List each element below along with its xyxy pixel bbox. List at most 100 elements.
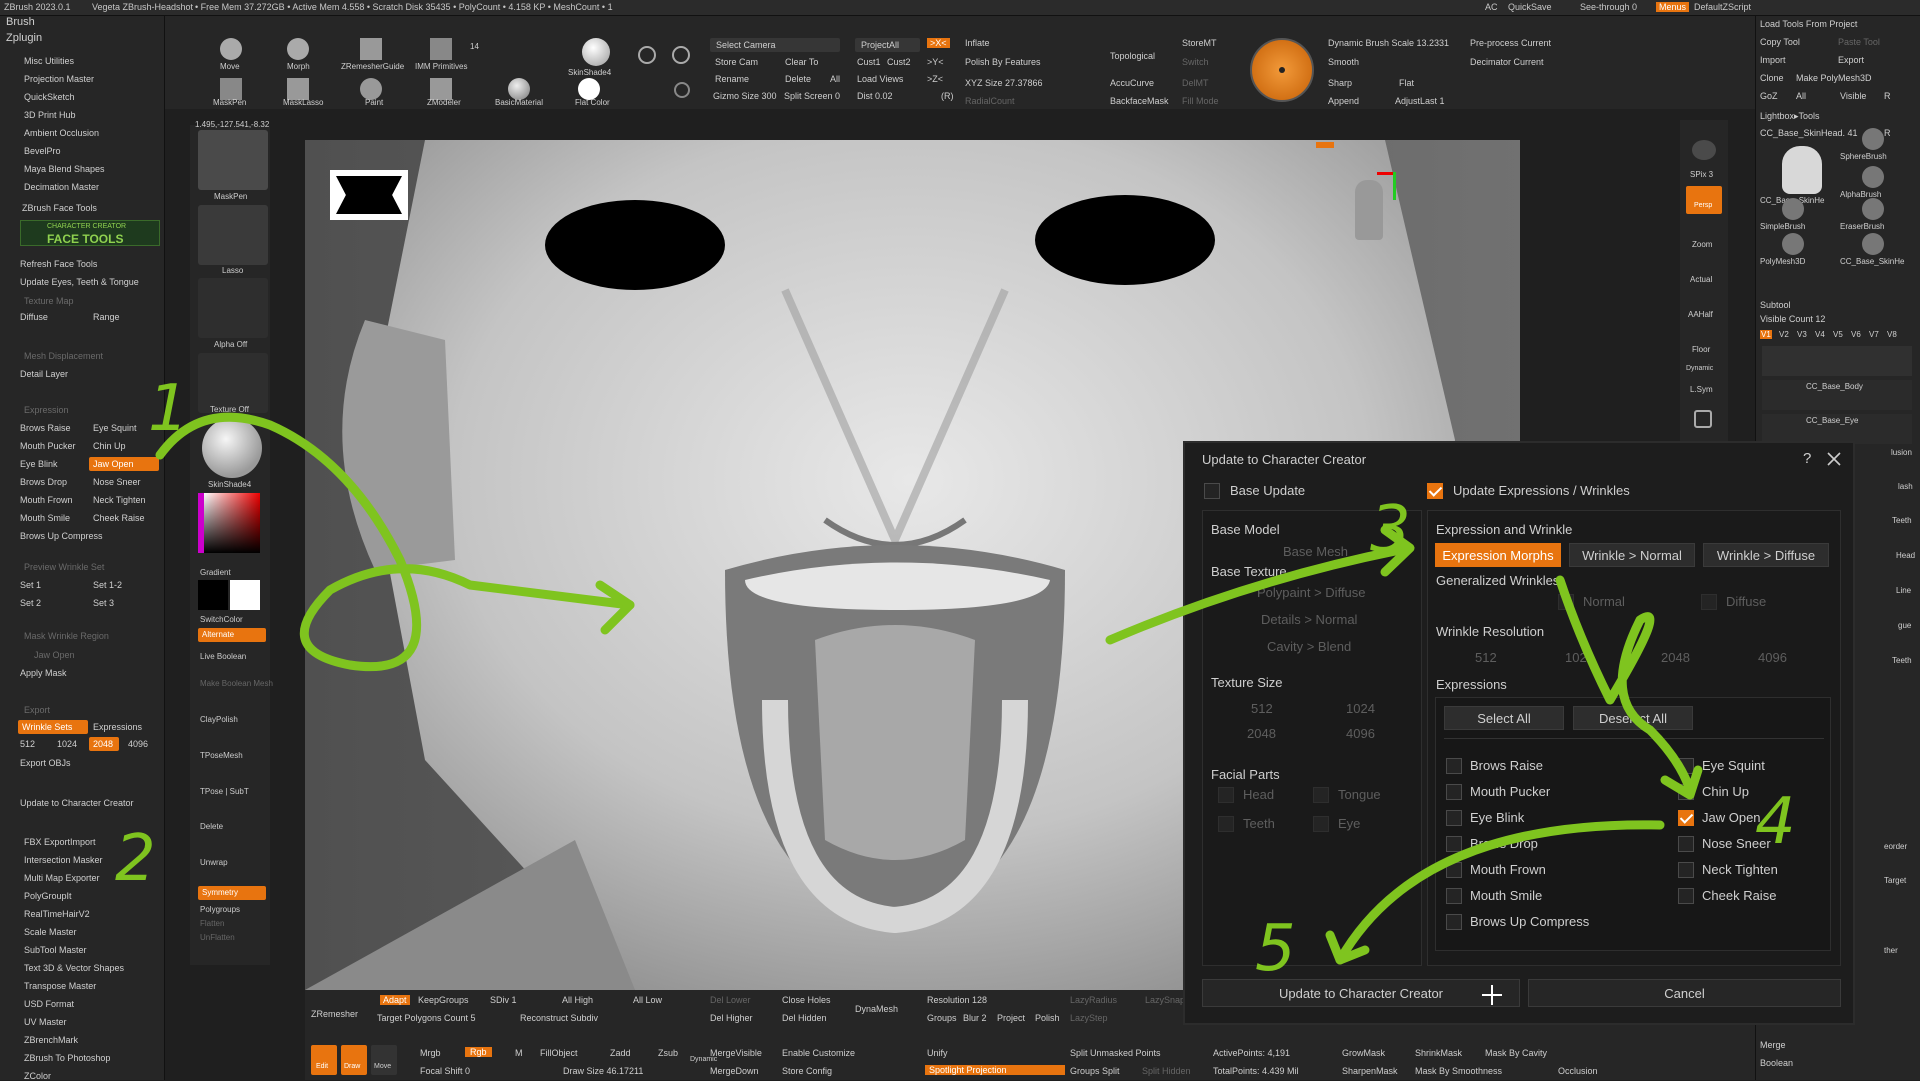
sharpenmask-button[interactable]: SharpenMask <box>1342 1066 1398 1076</box>
select-camera-dropdown[interactable]: Select Camera <box>710 38 840 52</box>
subtool-version-v1[interactable]: V1 <box>1760 330 1772 339</box>
zoom-button[interactable]: Zoom <box>1692 240 1712 249</box>
masklasso-icon[interactable] <box>220 78 242 100</box>
eye-checkbox[interactable] <box>1313 816 1329 832</box>
teeth-checkbox[interactable] <box>1218 816 1234 832</box>
expr-checkbox-6[interactable] <box>1446 914 1462 930</box>
live-boolean-button[interactable]: Live Boolean <box>200 652 246 661</box>
ac-button[interactable]: AC <box>1485 2 1498 12</box>
subtool-version-v5[interactable]: V5 <box>1832 330 1844 339</box>
move-mode-button[interactable]: Move <box>371 1045 397 1075</box>
plugin-item[interactable]: Decimation Master <box>24 182 99 192</box>
store-cam-button[interactable]: Store Cam <box>715 57 758 67</box>
keepgroups-toggle[interactable]: KeepGroups <box>418 995 469 1005</box>
actual-button[interactable]: Actual <box>1690 275 1712 284</box>
material-sphere[interactable] <box>202 418 262 478</box>
other-button[interactable]: ther <box>1884 946 1898 955</box>
zadd-toggle[interactable]: Zadd <box>610 1048 631 1058</box>
subtool-line[interactable]: Line <box>1896 586 1911 595</box>
claypolish-button[interactable]: ClayPolish <box>200 715 238 724</box>
brush-palette-header[interactable]: Brush <box>6 16 35 28</box>
wrinkle-normal-tab[interactable]: Wrinkle > Normal <box>1569 543 1695 567</box>
update-expressions-checkbox[interactable] <box>1427 483 1443 499</box>
subtool-version-v4[interactable]: V4 <box>1814 330 1826 339</box>
topological-toggle[interactable]: Topological <box>1110 51 1155 61</box>
fillobject-button[interactable]: FillObject <box>540 1048 578 1058</box>
maskpen-thumb[interactable] <box>198 130 268 190</box>
expr-left-item[interactable]: Eye Blink <box>20 459 58 469</box>
alpha-thumb[interactable] <box>198 278 268 338</box>
expr-checkbox-0[interactable] <box>1446 758 1462 774</box>
see-through-slider[interactable]: See-through 0 <box>1580 2 1637 12</box>
current-tool-slider[interactable]: CC_Base_SkinHead. 41 <box>1760 128 1858 138</box>
boolean-header[interactable]: Boolean <box>1760 1058 1793 1068</box>
morph-brush-icon[interactable] <box>287 38 309 60</box>
expr-checkbox-r2[interactable] <box>1678 810 1694 826</box>
fill-mode-button[interactable]: Fill Mode <box>1182 96 1219 106</box>
groups-toggle[interactable]: Groups <box>927 1013 957 1023</box>
res-4096-button[interactable]: 4096 <box>128 739 148 749</box>
subtool-lash[interactable]: lash <box>1898 482 1913 491</box>
polypaint-diffuse-button[interactable]: Polypaint > Diffuse <box>1257 585 1366 600</box>
lazystep-slider[interactable]: LazyStep <box>1070 1013 1108 1023</box>
texture-size-2048[interactable]: 2048 <box>1247 726 1276 741</box>
texture-size-512[interactable]: 512 <box>1251 701 1273 716</box>
mask-by-smoothness-button[interactable]: Mask By Smoothness <box>1415 1066 1502 1076</box>
expr-right-item[interactable]: Neck Tighten <box>93 495 146 505</box>
append-button[interactable]: Append <box>1328 96 1359 106</box>
update-cc-button[interactable]: Update to Character Creator <box>1202 979 1520 1007</box>
expr-right-item[interactable]: Nose Sneer <box>93 477 141 487</box>
face-tools-header[interactable]: ZBrush Face Tools <box>22 203 97 213</box>
expr-right-item[interactable]: Jaw Open <box>89 457 159 471</box>
texture-size-4096[interactable]: 4096 <box>1346 726 1375 741</box>
wres-512[interactable]: 512 <box>1475 650 1497 665</box>
main-color-swatch[interactable] <box>198 580 228 610</box>
subtool-occlusion[interactable]: lusion <box>1891 448 1912 457</box>
subtool-tongue[interactable]: gue <box>1898 621 1911 630</box>
dynamic-brush-scale-slider[interactable]: Dynamic Brush Scale 13.2331 <box>1328 38 1449 48</box>
subtool-teeth[interactable]: Teeth <box>1892 516 1912 525</box>
mask-by-cavity-button[interactable]: Mask By Cavity <box>1485 1048 1547 1058</box>
plugin-item[interactable]: SubTool Master <box>24 945 87 955</box>
polish-features-slider[interactable]: Polish By Features <box>965 57 1041 67</box>
sym-z-toggle[interactable]: >Z< <box>927 74 943 84</box>
close-holes-button[interactable]: Close Holes <box>782 995 831 1005</box>
details-normal-button[interactable]: Details > Normal <box>1261 612 1357 627</box>
split-unmasked-button[interactable]: Split Unmasked Points <box>1070 1048 1161 1058</box>
expr-checkbox-4[interactable] <box>1446 862 1462 878</box>
goz-all-button[interactable]: All <box>1796 91 1806 101</box>
move-brush-icon[interactable] <box>220 38 242 60</box>
alternate-button[interactable]: Alternate <box>198 628 266 642</box>
camera-icon[interactable] <box>638 46 656 64</box>
expr-left-item[interactable]: Mouth Pucker <box>20 441 76 451</box>
zremesher-guide-icon[interactable] <box>360 38 382 60</box>
base-update-checkbox[interactable] <box>1204 483 1220 499</box>
expr-checkbox-1[interactable] <box>1446 784 1462 800</box>
expr-left-item[interactable]: Brows Drop <box>20 477 67 487</box>
adjust-last-slider[interactable]: AdjustLast 1 <box>1395 96 1445 106</box>
lazysnap-slider[interactable]: LazySnap <box>1145 995 1185 1005</box>
update-eyes-button[interactable]: Update Eyes, Teeth & Tongue <box>20 277 139 287</box>
tool-thumb[interactable] <box>1862 198 1884 220</box>
aahalf-button[interactable]: AAHalf <box>1688 310 1713 319</box>
subtool-version-v6[interactable]: V6 <box>1850 330 1862 339</box>
clear-to-button[interactable]: Clear To <box>785 57 818 67</box>
goz-button[interactable]: GoZ <box>1760 91 1778 101</box>
plugin-item[interactable]: QuickSketch <box>24 92 75 102</box>
skinshade-material-icon[interactable] <box>582 38 610 66</box>
del-higher-button[interactable]: Del Higher <box>710 1013 753 1023</box>
unify-button[interactable]: Unify <box>927 1048 948 1058</box>
dist-slider[interactable]: Dist 0.02 <box>857 91 893 101</box>
radial-count-slider[interactable]: RadialCount <box>965 96 1015 106</box>
sharp-slider[interactable]: Sharp <box>1328 78 1352 88</box>
zsub-toggle[interactable]: Zsub <box>658 1048 678 1058</box>
lightbox-tools-button[interactable]: Lightbox▸Tools <box>1760 111 1820 122</box>
plugin-item[interactable]: Text 3D & Vector Shapes <box>24 963 124 973</box>
brush-size-dial[interactable] <box>1250 38 1314 102</box>
plugin-item[interactable]: RealTimeHairV2 <box>24 909 90 919</box>
set-3-button[interactable]: Set 3 <box>93 598 114 608</box>
expr-left-item[interactable]: Brows Up Compress <box>20 531 103 541</box>
zremesher-button[interactable]: ZRemesher <box>311 1009 358 1019</box>
expr-checkbox-r1[interactable] <box>1678 784 1694 800</box>
texture-thumb[interactable] <box>198 353 268 413</box>
